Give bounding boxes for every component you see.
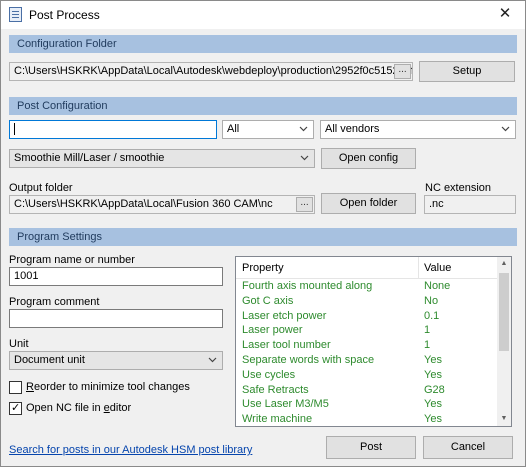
nc-extension-field[interactable]: .nc xyxy=(424,195,516,214)
property-row[interactable]: Separate words with space Yes xyxy=(236,353,498,368)
scrollbar-thumb[interactable] xyxy=(499,273,509,351)
unit-select[interactable]: Document unit xyxy=(9,351,223,370)
property-row[interactable]: Laser power 1 xyxy=(236,323,498,338)
post-button[interactable]: Post xyxy=(326,436,416,459)
title-bar: Post Process ✕ xyxy=(1,1,525,29)
post-process-dialog: Post Process ✕ Configuration Folder C:\U… xyxy=(0,0,526,467)
property-name: Use cycles xyxy=(242,368,296,381)
chevron-down-icon xyxy=(208,357,217,363)
section-header-program-settings: Program Settings xyxy=(9,228,517,246)
chevron-down-icon xyxy=(299,126,308,132)
property-row[interactable]: Got C axis No xyxy=(236,294,498,309)
open-folder-button[interactable]: Open folder xyxy=(321,193,416,214)
property-value: 1 xyxy=(424,324,431,337)
output-folder-browse-button[interactable]: ... xyxy=(296,197,313,212)
property-row[interactable]: Safe Retracts G28 xyxy=(236,383,498,398)
post-type-filter-select[interactable]: All xyxy=(222,120,314,139)
vendor-filter-value: All vendors xyxy=(325,123,380,135)
value-column-header[interactable]: Value xyxy=(424,262,451,274)
program-name-input[interactable]: 1001 xyxy=(9,267,223,286)
section-header-configuration-folder: Configuration Folder xyxy=(9,35,517,53)
property-name: Fourth axis mounted along xyxy=(242,280,373,292)
property-value: Yes xyxy=(424,368,442,381)
property-name: Use Laser M3/M5 xyxy=(242,398,329,411)
property-rows: Fourth axis mounted along None Got C axis… xyxy=(236,279,498,426)
property-name: Safe Retracts xyxy=(242,383,309,396)
post-processor-select[interactable]: Smoothie Mill/Laser / smoothie xyxy=(9,149,315,168)
configuration-folder-field[interactable]: C:\Users\HSKRK\AppData\Local\Autodesk\we… xyxy=(9,62,413,81)
program-comment-label: Program comment xyxy=(9,296,100,308)
open-nc-checkbox[interactable]: ✓ xyxy=(9,402,22,415)
output-folder-field[interactable]: C:\Users\HSKRK\AppData\Local\Fusion 360 … xyxy=(9,195,315,214)
setup-button[interactable]: Setup xyxy=(419,61,515,82)
property-row[interactable]: Write machine Yes xyxy=(236,412,498,426)
chevron-down-icon xyxy=(501,126,510,132)
document-icon xyxy=(9,7,22,22)
scroll-up-icon[interactable]: ▲ xyxy=(497,257,511,271)
column-divider[interactable] xyxy=(418,257,419,279)
program-name-label: Program name or number xyxy=(9,254,135,266)
reorder-checkbox[interactable] xyxy=(9,381,22,394)
property-row[interactable]: Laser etch power 0.1 xyxy=(236,309,498,324)
unit-value: Document unit xyxy=(14,354,85,366)
property-value: Yes xyxy=(424,353,442,366)
post-properties-grid: Property Value Fourth axis mounted along… xyxy=(235,256,512,427)
property-name: Laser etch power xyxy=(242,309,327,322)
property-name: Separate words with space xyxy=(242,353,375,366)
property-value: No xyxy=(424,294,439,307)
property-name: Laser power xyxy=(242,324,303,337)
output-folder-label: Output folder xyxy=(9,182,73,194)
property-name: Write machine xyxy=(242,413,313,426)
scroll-down-icon[interactable]: ▼ xyxy=(497,412,511,426)
nc-extension-label: NC extension xyxy=(425,182,492,194)
property-name: Got C axis xyxy=(242,294,294,307)
property-value: Yes xyxy=(424,413,442,426)
close-icon[interactable]: ✕ xyxy=(485,1,525,29)
post-library-link[interactable]: Search for posts in our Autodesk HSM pos… xyxy=(9,444,252,456)
section-header-post-configuration: Post Configuration xyxy=(9,97,517,115)
property-value: None xyxy=(424,280,451,292)
property-name: Laser tool number xyxy=(242,339,331,352)
chevron-down-icon xyxy=(300,155,309,161)
property-column-header[interactable]: Property xyxy=(242,262,284,274)
post-processor-value: Smoothie Mill/Laser / smoothie xyxy=(14,152,165,164)
post-type-filter-value: All xyxy=(227,123,240,135)
cancel-button[interactable]: Cancel xyxy=(423,436,513,459)
vendor-filter-select[interactable]: All vendors xyxy=(320,120,516,139)
property-grid-header: Property Value xyxy=(236,257,498,279)
text-caret xyxy=(14,123,15,136)
property-row[interactable]: Use Laser M3/M5 Yes xyxy=(236,397,498,412)
property-value: 0.1 xyxy=(424,309,440,322)
open-nc-checkbox-label[interactable]: Open NC file in editor xyxy=(26,402,131,414)
post-search-input[interactable] xyxy=(9,120,217,139)
configuration-folder-browse-button[interactable]: ... xyxy=(394,64,411,79)
checkmark-icon: ✓ xyxy=(11,402,21,414)
property-grid-scrollbar[interactable]: ▲ ▼ xyxy=(497,257,511,426)
program-comment-input[interactable] xyxy=(9,309,223,328)
property-value: G28 xyxy=(424,383,445,396)
property-row[interactable]: Use cycles Yes xyxy=(236,368,498,383)
property-row[interactable]: Laser tool number 1 xyxy=(236,338,498,353)
unit-label: Unit xyxy=(9,338,29,350)
property-value: Yes xyxy=(424,398,442,411)
open-config-button[interactable]: Open config xyxy=(321,148,416,169)
property-row[interactable]: Fourth axis mounted along None xyxy=(236,279,498,294)
reorder-checkbox-label[interactable]: Reorder to minimize tool changes xyxy=(26,381,190,393)
window-title: Post Process xyxy=(29,8,100,22)
property-value: 1 xyxy=(424,339,431,352)
